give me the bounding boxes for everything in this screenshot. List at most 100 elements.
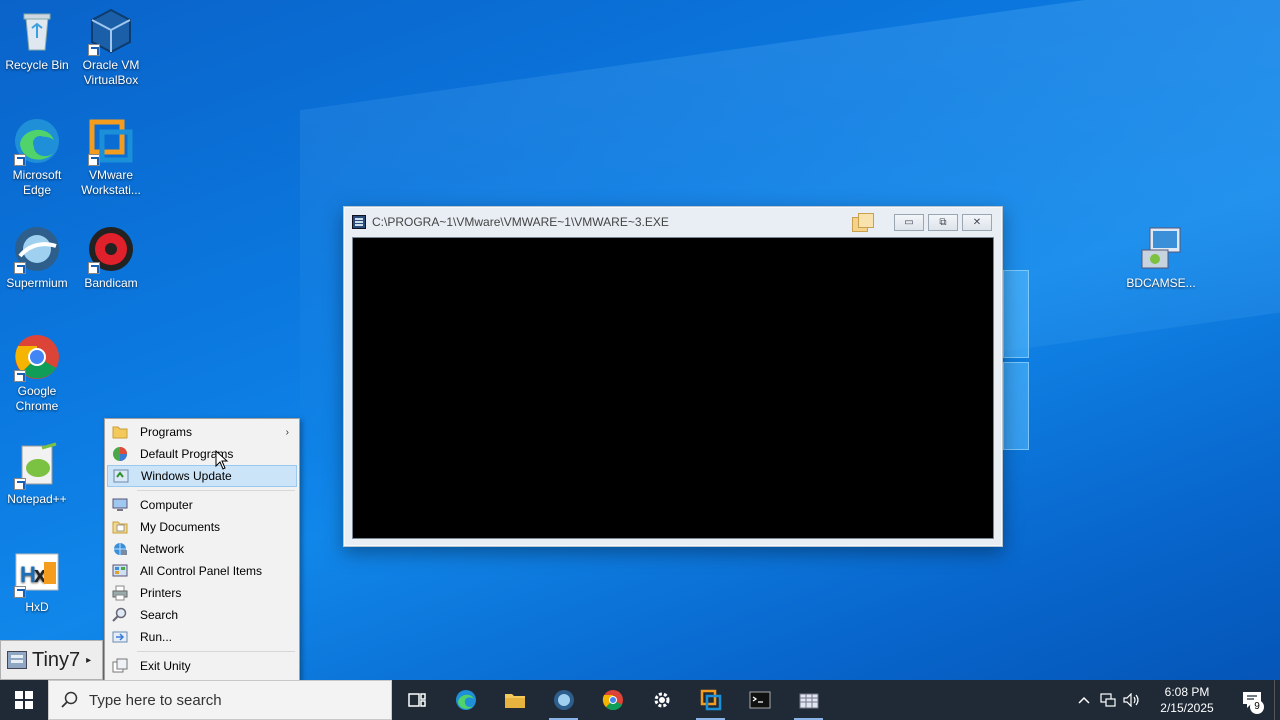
default-programs-icon [113, 447, 127, 461]
virtualbox-icon [86, 6, 136, 56]
search-input[interactable] [89, 691, 369, 709]
taskbar-vmware-console[interactable] [784, 680, 833, 720]
shortcut-arrow-icon [14, 154, 26, 166]
settings-icon [654, 692, 669, 708]
folder-icon [112, 426, 128, 439]
desktop-icon-vmware[interactable]: VMware Workstati... [74, 116, 148, 198]
menu-item-label: Run... [140, 630, 173, 644]
menu-item-windows-update[interactable]: Windows Update [107, 465, 297, 487]
desktop-icon-label: Bandicam [84, 276, 138, 290]
console-app-icon [352, 215, 366, 229]
tiny7-label: Tiny7 [32, 648, 81, 671]
bdcamsetup-icon [1136, 224, 1186, 274]
supermium-icon [553, 690, 574, 710]
action-center-button[interactable]: 9 [1230, 680, 1274, 720]
desktop-icon-recycle-bin[interactable]: Recycle Bin [0, 6, 74, 73]
desktop-icon-label: Microsoft Edge [12, 168, 62, 197]
desktop-icon-label: Oracle VM VirtualBox [82, 58, 140, 87]
windows-update-icon [113, 469, 129, 483]
shortcut-arrow-icon [88, 154, 100, 166]
volume-tray-button[interactable] [1120, 680, 1144, 720]
desktop-icon-virtualbox[interactable]: Oracle VM VirtualBox [74, 6, 148, 88]
desktop-icon-bdcamsetup[interactable]: BDCAMSE... [1124, 224, 1198, 291]
shortcut-arrow-icon [88, 44, 100, 56]
speaker-icon [1123, 693, 1139, 707]
recycle-bin-icon [12, 6, 62, 56]
menu-item-label: Search [140, 608, 179, 622]
taskbar-terminal[interactable] [735, 680, 784, 720]
desktop-icon-label: Google Chrome [15, 384, 59, 413]
clock-time: 6:08 PM [1164, 685, 1210, 699]
menu-item-exit-unity[interactable]: Exit Unity [107, 655, 297, 677]
taskbar-chrome[interactable] [588, 680, 637, 720]
menu-item-label: Network [140, 542, 185, 556]
console-output-area[interactable] [352, 237, 994, 539]
show-desktop-button[interactable] [1274, 680, 1280, 720]
tiny7-vm-icon [7, 651, 27, 669]
window-title: C:\PROGRA~1\VMware\VMWARE~1\VMWARE~3.EXE [372, 215, 669, 229]
chevron-up-icon [1078, 696, 1090, 704]
system-tray: 6:08 PM 2/15/2025 9 [1072, 680, 1280, 720]
shortcut-arrow-icon [14, 262, 26, 274]
menu-item-label: My Documents [140, 520, 221, 534]
vmware-icon [86, 116, 136, 166]
menu-item-label: Exit Unity [140, 659, 191, 673]
network-tray-button[interactable] [1096, 680, 1120, 720]
network-icon [114, 543, 127, 555]
start-button[interactable] [0, 680, 48, 720]
wallpaper-logo-pane [1003, 270, 1029, 358]
menu-item-label: All Control Panel Items [140, 564, 263, 578]
desktop-icon-supermium[interactable]: Supermium [0, 224, 74, 291]
hxd-icon: Hx [12, 548, 62, 598]
task-view-button[interactable] [392, 680, 441, 720]
menu-item-run[interactable]: Run... [107, 626, 297, 648]
taskbar-clock[interactable]: 6:08 PM 2/15/2025 [1148, 684, 1226, 716]
chrome-icon [12, 332, 62, 382]
desktop-icon-notepadpp[interactable]: Notepad++ [0, 440, 74, 507]
menu-item-computer[interactable]: Computer [107, 494, 297, 516]
desktop-icon-label: Supermium [6, 276, 68, 290]
taskbar-vmware[interactable] [686, 680, 735, 720]
menu-item-control-panel[interactable]: All Control Panel Items [107, 560, 297, 582]
menu-item-search[interactable]: Search [107, 604, 297, 626]
documents-icon [112, 521, 128, 534]
close-button[interactable]: ✕ [962, 213, 992, 231]
menu-item-network[interactable]: Network [107, 538, 297, 560]
minimize-button[interactable]: ▭ [894, 213, 924, 231]
taskbar-edge[interactable] [441, 680, 490, 720]
menu-item-label: Computer [140, 498, 193, 512]
terminal-icon [749, 691, 770, 709]
computer-icon [112, 498, 128, 511]
desktop-icon-bandicam[interactable]: Bandicam [74, 224, 148, 291]
menu-item-printers[interactable]: Printers [107, 582, 297, 604]
desktop-icon-label: HxD [25, 600, 49, 614]
menu-separator [137, 651, 295, 652]
unity-window-icon [852, 213, 874, 232]
menu-item-programs[interactable]: Programs › [107, 421, 297, 443]
maximize-button[interactable]: ⧉ [928, 213, 958, 231]
desktop-icon-label: BDCAMSE... [1126, 276, 1196, 290]
taskbar-app-list [392, 680, 833, 720]
desktop-icon-label: Notepad++ [7, 492, 67, 506]
taskbar-search-box[interactable] [48, 680, 392, 720]
edge-icon [12, 116, 62, 166]
desktop-icon-edge[interactable]: Microsoft Edge [0, 116, 74, 198]
menu-item-label: Windows Update [141, 469, 232, 483]
taskbar-file-explorer[interactable] [490, 680, 539, 720]
desktop-icon-label: VMware Workstati... [81, 168, 141, 197]
console-window[interactable]: C:\PROGRA~1\VMware\VMWARE~1\VMWARE~3.EXE… [343, 206, 1003, 547]
taskbar-supermium[interactable] [539, 680, 588, 720]
run-icon [112, 631, 128, 643]
menu-item-default-programs[interactable]: Default Programs [107, 443, 297, 465]
desktop-icon-label: Recycle Bin [5, 58, 69, 72]
desktop-icon-chrome[interactable]: Google Chrome [0, 332, 74, 414]
wallpaper-logo-pane [1003, 362, 1029, 450]
console-titlebar[interactable]: C:\PROGRA~1\VMware\VMWARE~1\VMWARE~3.EXE… [344, 207, 1002, 237]
desktop-icon-hxd[interactable]: Hx HxD [0, 548, 74, 615]
taskbar-settings[interactable] [637, 680, 686, 720]
menu-item-my-documents[interactable]: My Documents [107, 516, 297, 538]
tiny7-unity-button[interactable]: Tiny7 ▸ [0, 640, 103, 680]
shortcut-arrow-icon [88, 262, 100, 274]
network-wired-icon [1100, 693, 1116, 707]
show-hidden-icons-button[interactable] [1072, 680, 1096, 720]
